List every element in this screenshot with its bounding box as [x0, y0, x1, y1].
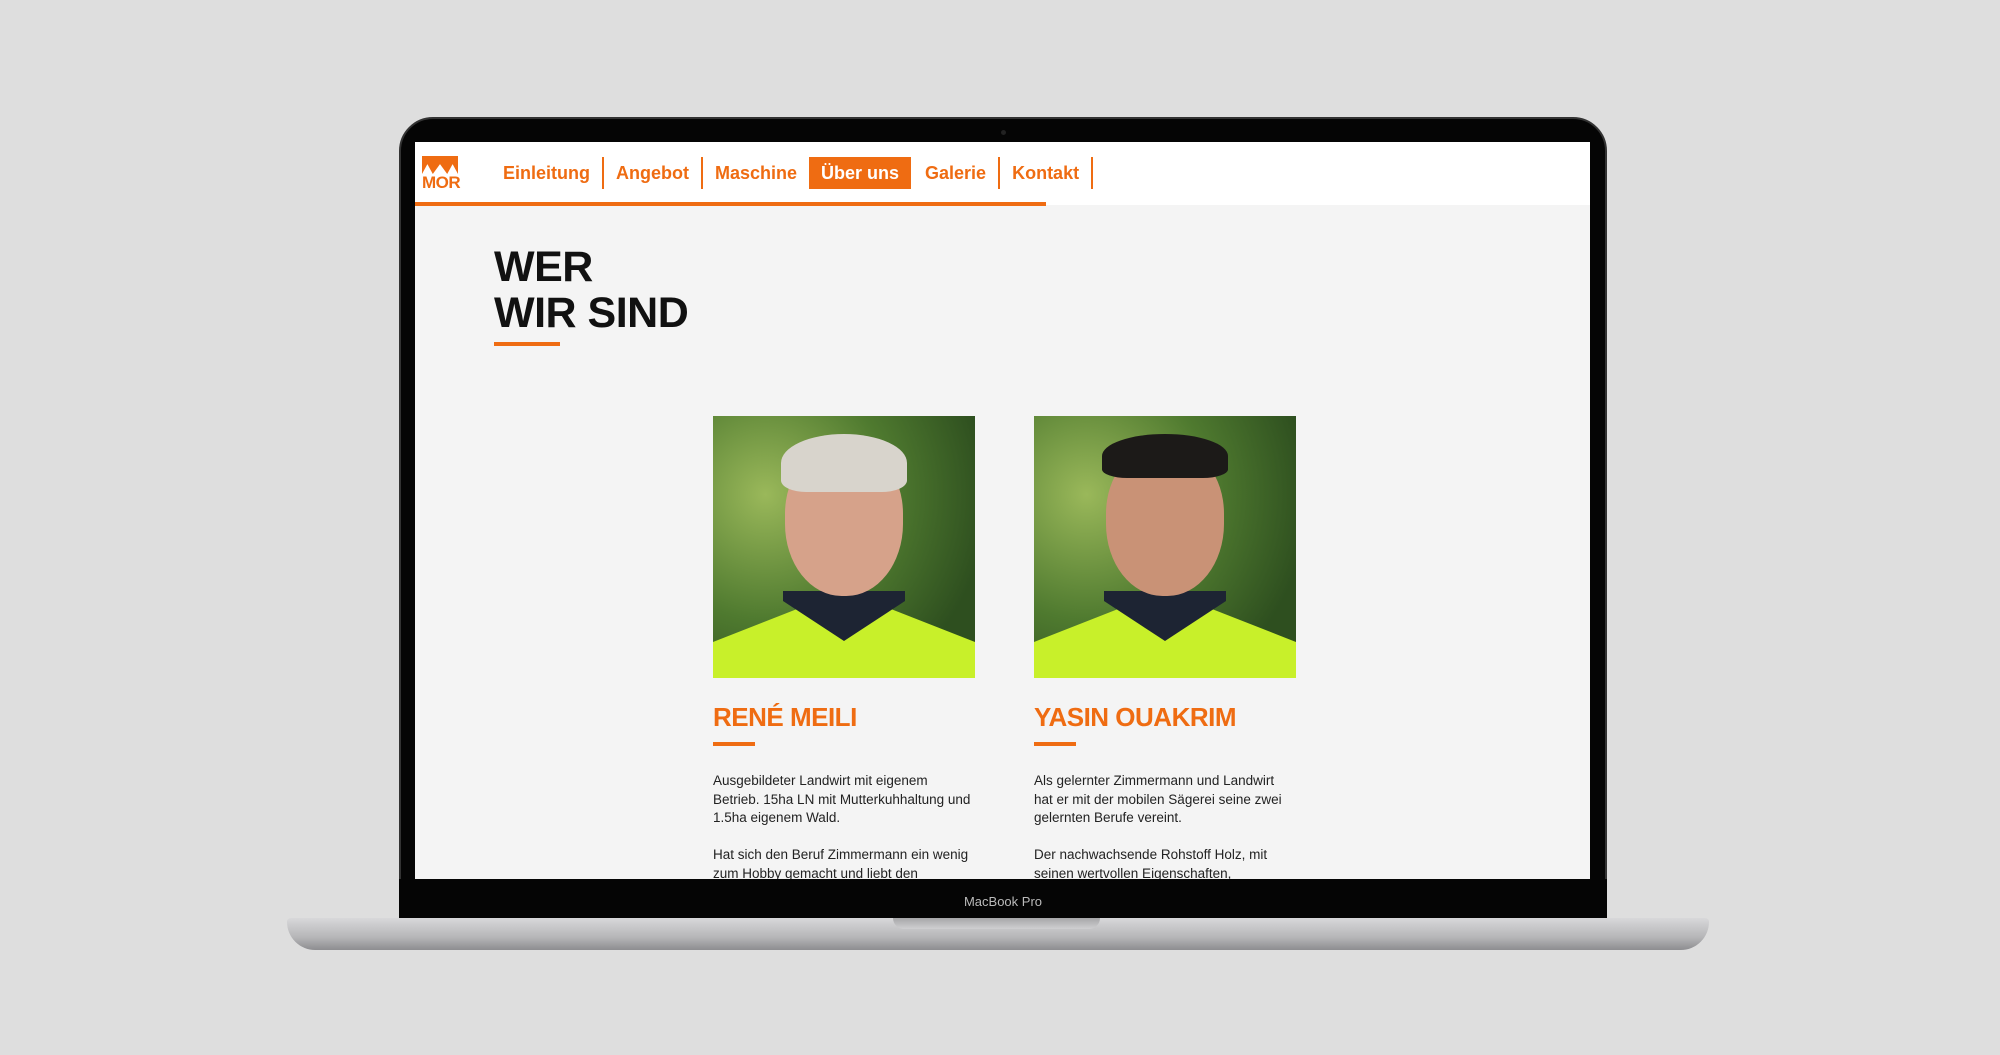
nav-einleitung[interactable]: Einleitung	[491, 157, 604, 189]
name-underline	[1034, 742, 1076, 746]
laptop-base	[287, 918, 1709, 950]
name-underline	[713, 742, 755, 746]
portrait-photo	[1034, 416, 1296, 678]
nav-ueber-uns[interactable]: Über uns	[809, 157, 912, 189]
member-bio: Als gelernter Zimmermann und Landwirt ha…	[1034, 773, 1282, 825]
website-screen: MOR Einleitung Angebot Maschine Über uns…	[415, 142, 1590, 879]
member-name: RENÉ MEILI	[713, 702, 857, 732]
device-label: MacBook Pro	[963, 894, 1043, 909]
section-heading: WER WIR SIND	[494, 243, 689, 337]
nav-galerie[interactable]: Galerie	[913, 157, 1001, 189]
nav-kontakt[interactable]: Kontakt	[1000, 157, 1094, 189]
team-card: RENÉ MEILI Ausgebildeter Landwirt mit ei…	[713, 416, 975, 879]
scroll-progress-line	[415, 202, 1046, 206]
logo[interactable]: MOR	[422, 156, 461, 192]
laptop-notch	[893, 918, 1100, 929]
laptop-chin: MacBook Pro	[399, 879, 1607, 922]
heading-line-2: WIR SIND	[494, 289, 689, 337]
nav-angebot[interactable]: Angebot	[604, 157, 703, 189]
member-bio: Hat sich den Beruf Zimmermann ein wenig …	[713, 847, 969, 879]
member-name: YASIN OUAKRIM	[1034, 702, 1237, 732]
member-bio: Ausgebildeter Landwirt mit eigenem Betri…	[713, 773, 971, 825]
logo-mark-icon	[422, 156, 458, 174]
logo-text: MOR	[422, 173, 461, 192]
heading-underline	[494, 342, 560, 346]
team-card: YASIN OUAKRIM Als gelernter Zimmermann u…	[1034, 416, 1296, 879]
member-bio: Der nachwachsende Rohstoff Holz, mit sei…	[1034, 847, 1268, 879]
camera-icon	[1001, 130, 1006, 135]
top-navigation: MOR Einleitung Angebot Maschine Über uns…	[415, 142, 1590, 206]
nav-maschine[interactable]: Maschine	[703, 157, 809, 189]
heading-line-1: WER	[494, 243, 593, 291]
portrait-photo	[713, 416, 975, 678]
